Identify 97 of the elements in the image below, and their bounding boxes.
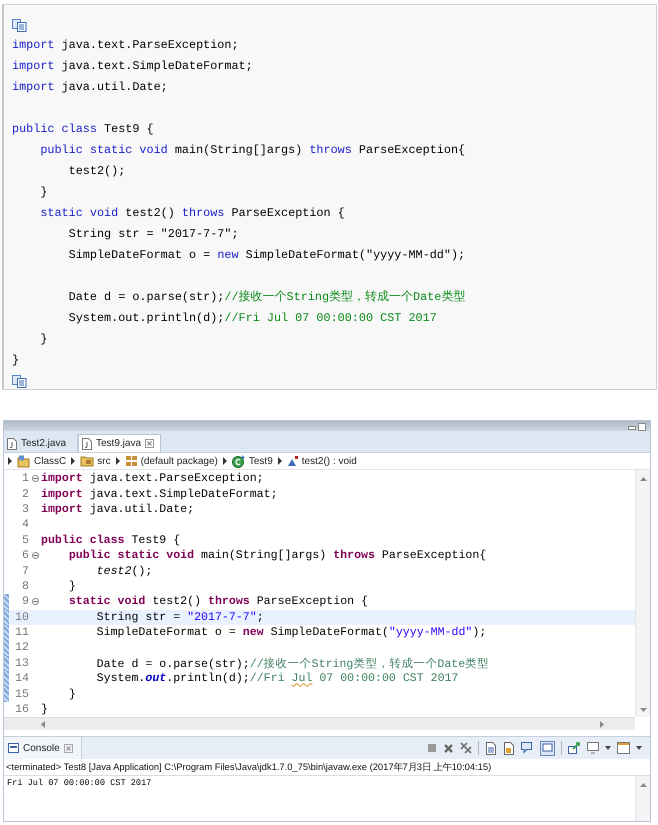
line-number: 13 bbox=[14, 656, 29, 670]
breadcrumb-item[interactable]: ClassC bbox=[17, 454, 66, 468]
console-tab[interactable]: Console bbox=[4, 737, 82, 760]
caret-icon[interactable] bbox=[636, 746, 642, 750]
code-line: public class Test9 { bbox=[41, 534, 180, 547]
code-line: } bbox=[39, 331, 48, 348]
code-line: static void test2() throws ParseException { bbox=[68, 595, 368, 608]
code-line: } bbox=[68, 688, 76, 701]
file-icon bbox=[82, 438, 92, 450]
tab-label: Test9.java bbox=[96, 438, 142, 449]
monitor-icon[interactable] bbox=[587, 742, 599, 754]
window-icon[interactable] bbox=[617, 742, 630, 754]
remove-icon[interactable] bbox=[443, 742, 454, 754]
code-line: Date d = o.parse(str);//接收一个String类型，转成一个Date类型 bbox=[68, 289, 466, 306]
breadcrumb-item[interactable]: (default package) bbox=[124, 455, 218, 467]
remove-all-icon[interactable] bbox=[460, 742, 472, 754]
project-folder-icon bbox=[17, 454, 31, 468]
line-number: 8 bbox=[21, 580, 29, 593]
code-line: public static void main(String[]args) throws ParseException{ bbox=[39, 142, 466, 159]
copy-icon[interactable] bbox=[12, 374, 27, 388]
maximize-icon[interactable] bbox=[638, 423, 646, 431]
class-icon bbox=[232, 454, 246, 468]
code-line: SimpleDateFormat o = new SimpleDateFormat("yyyy-MM-dd"); bbox=[96, 626, 486, 640]
caret-icon bbox=[70, 457, 76, 465]
tab-label: Test2.java bbox=[21, 438, 66, 449]
copy-icon[interactable] bbox=[12, 18, 27, 32]
vertical-scrollbar[interactable] bbox=[635, 776, 650, 821]
horizontal-scrollbar[interactable] bbox=[4, 717, 635, 730]
code-line: } bbox=[12, 352, 20, 369]
line-number: 12 bbox=[14, 641, 29, 654]
minimize-icon[interactable] bbox=[628, 423, 636, 431]
code-line: import java.util.Date; bbox=[12, 79, 169, 96]
scroll-right-icon[interactable] bbox=[600, 720, 605, 728]
console-status: <terminated> Test8 [Java Application] C:\Program Files\Java\jdk1.7.0_75\bin\javaw.exe (2017年7月3日 上午10:04:15) bbox=[4, 759, 650, 776]
console-output: Fri Jul 07 00:00:00 CST 2017 bbox=[7, 778, 152, 788]
line-number: 9 bbox=[21, 595, 29, 608]
package-icon bbox=[124, 455, 138, 467]
code-line: import java.text.ParseException; bbox=[41, 472, 264, 486]
line-number: 14 bbox=[14, 672, 29, 686]
scroll-up-icon[interactable] bbox=[640, 476, 646, 481]
line-number: 5 bbox=[21, 534, 29, 547]
caret-icon bbox=[7, 457, 13, 465]
console-icon bbox=[8, 743, 19, 754]
line-number: 4 bbox=[21, 518, 29, 532]
breadcrumb-item[interactable]: test2() : void bbox=[286, 455, 357, 467]
code-line: } bbox=[39, 184, 48, 201]
code-line: import java.util.Date; bbox=[41, 502, 194, 516]
chat-icon[interactable] bbox=[521, 742, 534, 754]
line-number: 2 bbox=[21, 488, 29, 501]
code-line: System.out.println(d);//Fri Jul 07 00:00:00 CST 2017 bbox=[96, 672, 458, 686]
code-line: } bbox=[41, 703, 48, 716]
line-number: 7 bbox=[21, 564, 29, 578]
breadcrumb-item[interactable]: src bbox=[80, 455, 111, 467]
code-line: public static void main(String[]args) throws ParseException{ bbox=[68, 549, 486, 562]
scroll-down-icon[interactable] bbox=[640, 708, 646, 714]
line-number: 3 bbox=[21, 502, 29, 516]
code-line: import java.text.SimpleDateFormat; bbox=[41, 488, 278, 501]
code-line: public class Test9 { bbox=[12, 121, 155, 138]
close-icon[interactable] bbox=[64, 744, 73, 753]
code-line: test2(); bbox=[96, 564, 152, 578]
line-number: 15 bbox=[14, 688, 29, 701]
code-line: } bbox=[68, 580, 76, 593]
close-icon[interactable] bbox=[145, 439, 154, 448]
line-number: 1 bbox=[21, 472, 29, 486]
file-icon bbox=[7, 438, 17, 450]
document-icon[interactable] bbox=[485, 742, 497, 755]
code-line: import java.text.SimpleDateFormat; bbox=[12, 58, 254, 75]
code-line: Date d = o.parse(str);//接收一个String类型，转成一个Date类型 bbox=[96, 656, 490, 671]
fold-icon[interactable] bbox=[32, 475, 38, 482]
line-number: 6 bbox=[21, 549, 29, 562]
caret-icon bbox=[114, 457, 121, 465]
vertical-scrollbar[interactable] bbox=[635, 470, 650, 718]
code-line: SimpleDateFormat o = new SimpleDateFormat("yyyy-MM-dd"); bbox=[68, 247, 466, 264]
line-number: 16 bbox=[14, 703, 29, 716]
caret-icon bbox=[222, 457, 228, 465]
code-line: System.out.println(d);//Fri Jul 07 00:00:00 CST 2017 bbox=[68, 310, 438, 327]
breadcrumb-item[interactable]: Test9 bbox=[232, 454, 273, 468]
code-line: test2(); bbox=[68, 163, 126, 180]
fold-icon[interactable] bbox=[32, 552, 38, 560]
document-icon[interactable] bbox=[503, 742, 515, 755]
editor-tab[interactable]: Test9.java bbox=[78, 434, 162, 452]
code-line: String str = "2017-7-7"; bbox=[68, 226, 240, 243]
line-number: 11 bbox=[14, 626, 29, 640]
current-code-line: String str = "2017-7-7"; bbox=[96, 610, 264, 624]
monitor-icon[interactable] bbox=[540, 740, 555, 756]
stop-icon[interactable] bbox=[427, 743, 437, 754]
package-folder-icon bbox=[80, 455, 94, 467]
code-line: import java.text.ParseException; bbox=[12, 37, 240, 54]
method-icon bbox=[286, 455, 299, 467]
fold-icon[interactable] bbox=[32, 598, 38, 606]
caret-icon[interactable] bbox=[605, 746, 611, 750]
arrow-icon[interactable] bbox=[568, 742, 581, 754]
code-line: static void test2() throws ParseException { bbox=[39, 205, 346, 222]
scroll-left-icon[interactable] bbox=[40, 720, 45, 728]
scroll-up-icon[interactable] bbox=[640, 782, 646, 788]
line-number: 10 bbox=[14, 610, 29, 624]
caret-icon bbox=[276, 457, 283, 465]
